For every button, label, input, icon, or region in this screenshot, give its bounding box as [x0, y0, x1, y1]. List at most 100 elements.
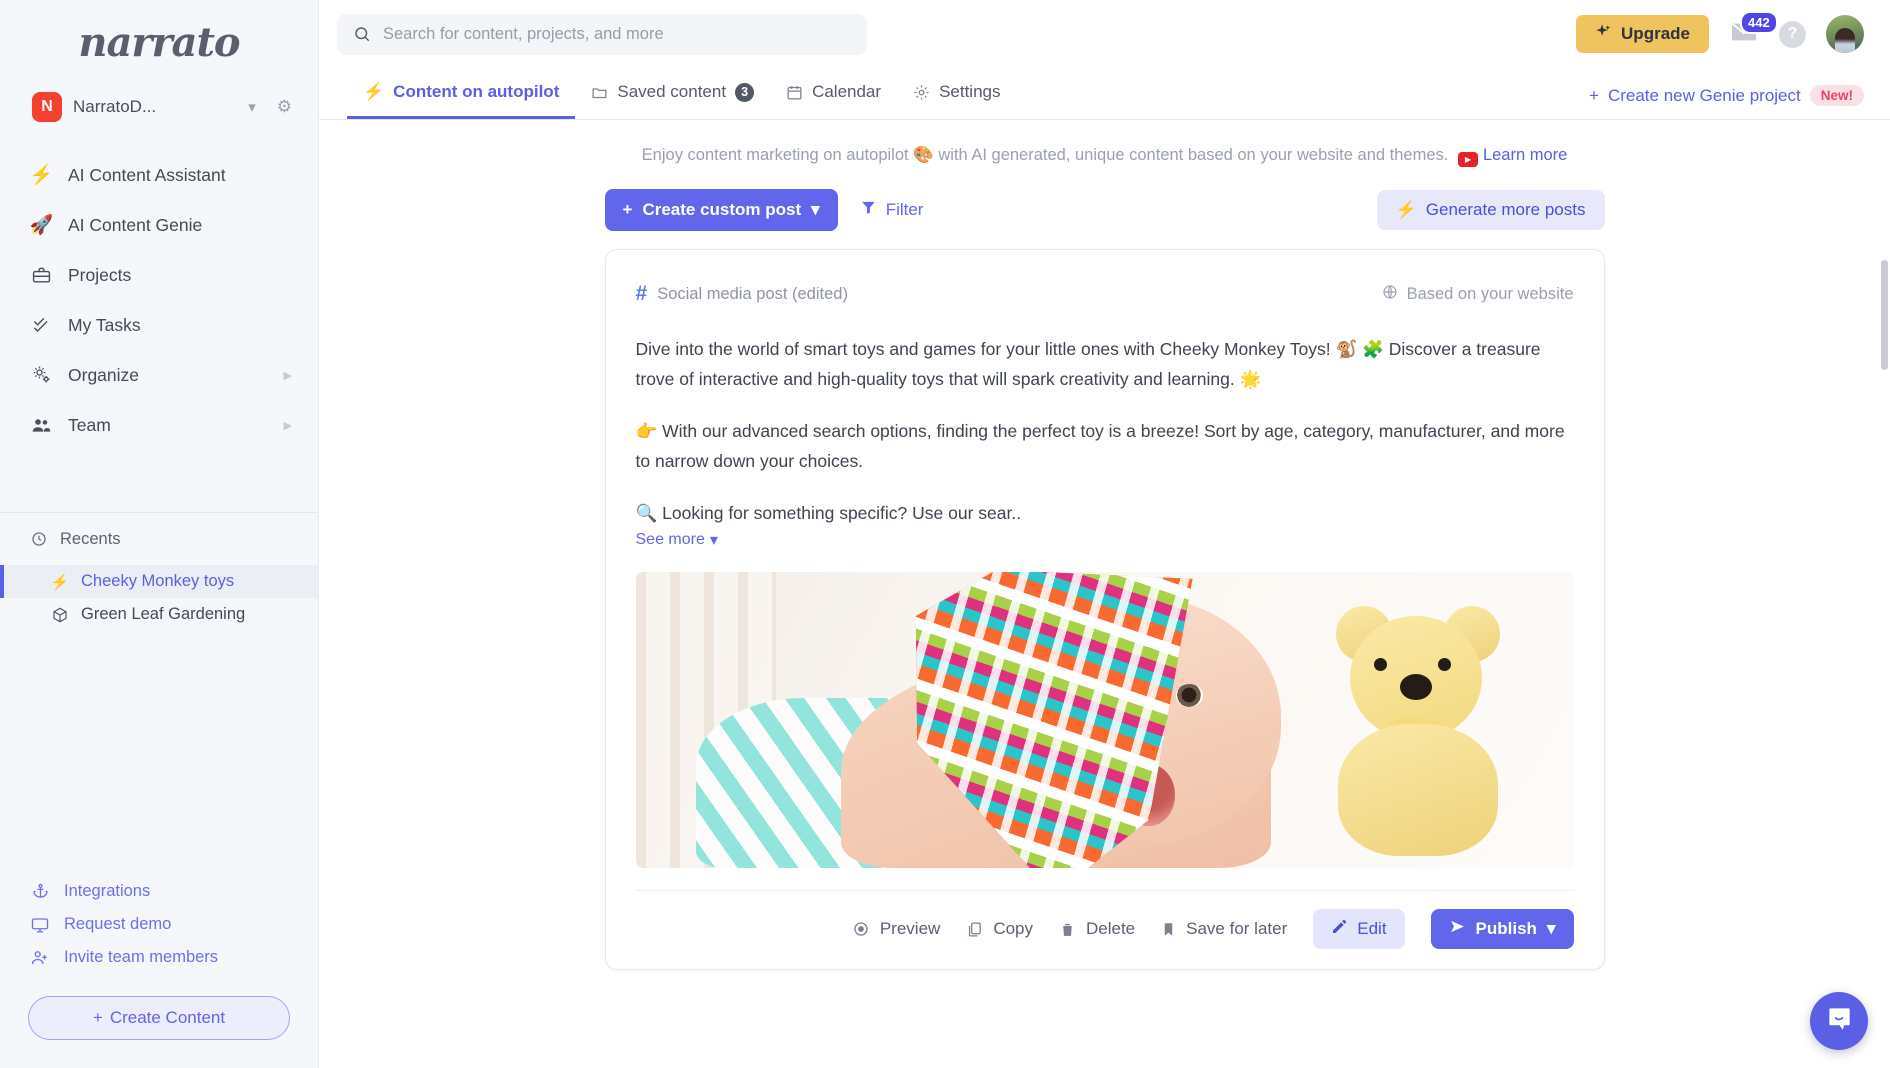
sparkle-icon: [1595, 23, 1612, 45]
plus-icon: +: [92, 1008, 103, 1027]
create-genie-project-button[interactable]: + Create new Genie project New!: [1589, 85, 1864, 119]
tab-badge: 3: [735, 82, 755, 102]
sidebar-item-my-tasks[interactable]: My Tasks: [0, 300, 318, 350]
action-label: Preview: [879, 919, 941, 939]
sidebar-item-ai-content-assistant[interactable]: ⚡ AI Content Assistant: [0, 150, 318, 200]
autopilot-banner: Enjoy content marketing on autopilot 🎨 w…: [319, 120, 1890, 189]
user-plus-icon: [29, 949, 51, 967]
tab-label: Calendar: [812, 82, 882, 101]
banner-text-after: with AI generated, unique content based …: [938, 146, 1449, 164]
inbox-button[interactable]: 442: [1729, 10, 1778, 49]
trash-icon: [1059, 921, 1076, 938]
sidebar-item-organize[interactable]: Organize ▶: [0, 350, 318, 400]
footer-item-label: Invite team members: [64, 948, 219, 966]
tab-content-on-autopilot[interactable]: ⚡ Content on autopilot: [347, 68, 576, 119]
chat-icon: [1826, 1005, 1853, 1037]
publish-label: Publish: [1475, 919, 1537, 939]
box-icon: [50, 607, 70, 623]
filter-button[interactable]: Filter: [860, 199, 923, 221]
gear-icon: [913, 84, 930, 101]
monitor-icon: [29, 916, 51, 934]
search-box[interactable]: [337, 13, 867, 55]
recent-item-label: Green Leaf Gardening: [81, 605, 246, 623]
footer-item-invite-team-members[interactable]: Invite team members: [0, 941, 318, 974]
chevron-down-icon: ▾: [811, 200, 820, 219]
create-content-button[interactable]: + Create Content: [28, 996, 290, 1040]
workspace-selector[interactable]: N NarratoD... ▾ ⚙: [0, 84, 318, 130]
search-input[interactable]: [383, 24, 851, 44]
top-bar: Upgrade 442 ?: [319, 0, 1890, 68]
sidebar-item-label: AI Content Genie: [68, 214, 203, 235]
recent-item-cheeky-monkey-toys[interactable]: ⚡ Cheeky Monkey toys: [0, 565, 318, 598]
copy-icon: [966, 921, 983, 938]
copy-button[interactable]: Copy: [966, 919, 1033, 939]
sidebar-item-ai-content-genie[interactable]: 🚀 AI Content Genie: [0, 200, 318, 250]
save-for-later-button[interactable]: Save for later: [1161, 919, 1287, 939]
sidebar-item-team[interactable]: Team ▶: [0, 400, 318, 450]
post-paragraph: 👉 With our advanced search options, find…: [635, 421, 1565, 472]
help-button[interactable]: ?: [1779, 20, 1806, 48]
post-type-label: Social media post (edited): [657, 284, 848, 303]
publish-button[interactable]: Publish ▾: [1430, 909, 1574, 950]
create-content-label: Create Content: [109, 1008, 226, 1027]
youtube-icon: ▶: [1457, 152, 1478, 167]
primary-nav: ⚡ AI Content Assistant 🚀 AI Content Geni…: [0, 144, 318, 450]
sidebar-item-label: Organize: [68, 364, 140, 385]
lightning-icon: ⚡: [363, 82, 385, 101]
people-icon: [29, 415, 54, 436]
tab-label: Saved content: [617, 82, 727, 101]
banner-text-before: Enjoy content marketing on autopilot: [641, 146, 909, 164]
plus-icon: +: [1589, 85, 1599, 105]
edit-button[interactable]: Edit: [1313, 909, 1405, 950]
gear-icon[interactable]: ⚙: [277, 97, 292, 117]
filter-icon: [860, 199, 877, 221]
sidebar-footer: Integrations Request demo Invite team me…: [0, 875, 318, 1068]
vertical-scrollbar[interactable]: [1881, 260, 1888, 370]
content-scroll-area: Enjoy content marketing on autopilot 🎨 w…: [319, 120, 1890, 1068]
post-card-header: # Social media post (edited) Based on yo…: [636, 282, 1574, 306]
chat-support-button[interactable]: [1810, 992, 1868, 1050]
sidebar-item-label: My Tasks: [68, 314, 141, 335]
generate-more-posts-label: Generate more posts: [1425, 200, 1586, 219]
recents-header: Recents: [0, 513, 318, 565]
action-label: Copy: [993, 919, 1033, 939]
app-root: narrato N NarratoD... ▾ ⚙ ⚡ AI Content A…: [0, 0, 1890, 1068]
post-actions: Preview Copy Delete Save for later Edit …: [635, 890, 1574, 969]
post-image[interactable]: [635, 572, 1574, 869]
pencil-icon: [1331, 919, 1347, 940]
see-more-button[interactable]: See more ▾: [636, 530, 718, 550]
footer-item-label: Integrations: [64, 882, 151, 900]
user-avatar[interactable]: [1826, 15, 1864, 53]
sidebar-item-projects[interactable]: Projects: [0, 250, 318, 300]
learn-more-link[interactable]: Learn more: [1483, 146, 1567, 164]
recents-title: Recents: [60, 529, 121, 548]
footer-item-integrations[interactable]: Integrations: [0, 875, 318, 908]
baby-eye-right: [1175, 684, 1203, 708]
post-source-label: Based on your website: [1406, 284, 1574, 303]
tab-saved-content[interactable]: Saved content 3: [575, 68, 770, 119]
logo-text: narrato: [78, 18, 240, 66]
delete-button[interactable]: Delete: [1059, 919, 1135, 939]
briefcase-icon: [29, 266, 54, 285]
preview-button[interactable]: Preview: [852, 919, 940, 939]
tab-settings[interactable]: Settings: [897, 68, 1016, 119]
app-logo[interactable]: narrato: [0, 0, 318, 84]
globe-icon: [1382, 284, 1398, 305]
tab-calendar[interactable]: Calendar: [770, 68, 897, 119]
clock-icon: [29, 531, 49, 547]
upgrade-button[interactable]: Upgrade: [1576, 15, 1709, 53]
footer-item-request-demo[interactable]: Request demo: [0, 908, 318, 941]
calendar-icon: [786, 84, 803, 101]
search-icon: [353, 25, 371, 43]
gears-icon: [29, 365, 54, 385]
lightning-icon: ⚡: [1395, 200, 1417, 219]
see-more-label: See more: [635, 531, 705, 549]
edit-label: Edit: [1357, 919, 1387, 939]
plus-icon: +: [622, 200, 633, 219]
generate-more-posts-button[interactable]: ⚡ Generate more posts: [1376, 190, 1605, 230]
create-custom-post-button[interactable]: + Create custom post ▾: [604, 189, 838, 231]
chevron-right-icon: ▶: [283, 419, 292, 432]
recent-item-green-leaf-gardening[interactable]: Green Leaf Gardening: [0, 598, 318, 631]
chevron-down-icon[interactable]: ▾: [248, 98, 256, 116]
workspace-avatar: N: [32, 92, 62, 122]
